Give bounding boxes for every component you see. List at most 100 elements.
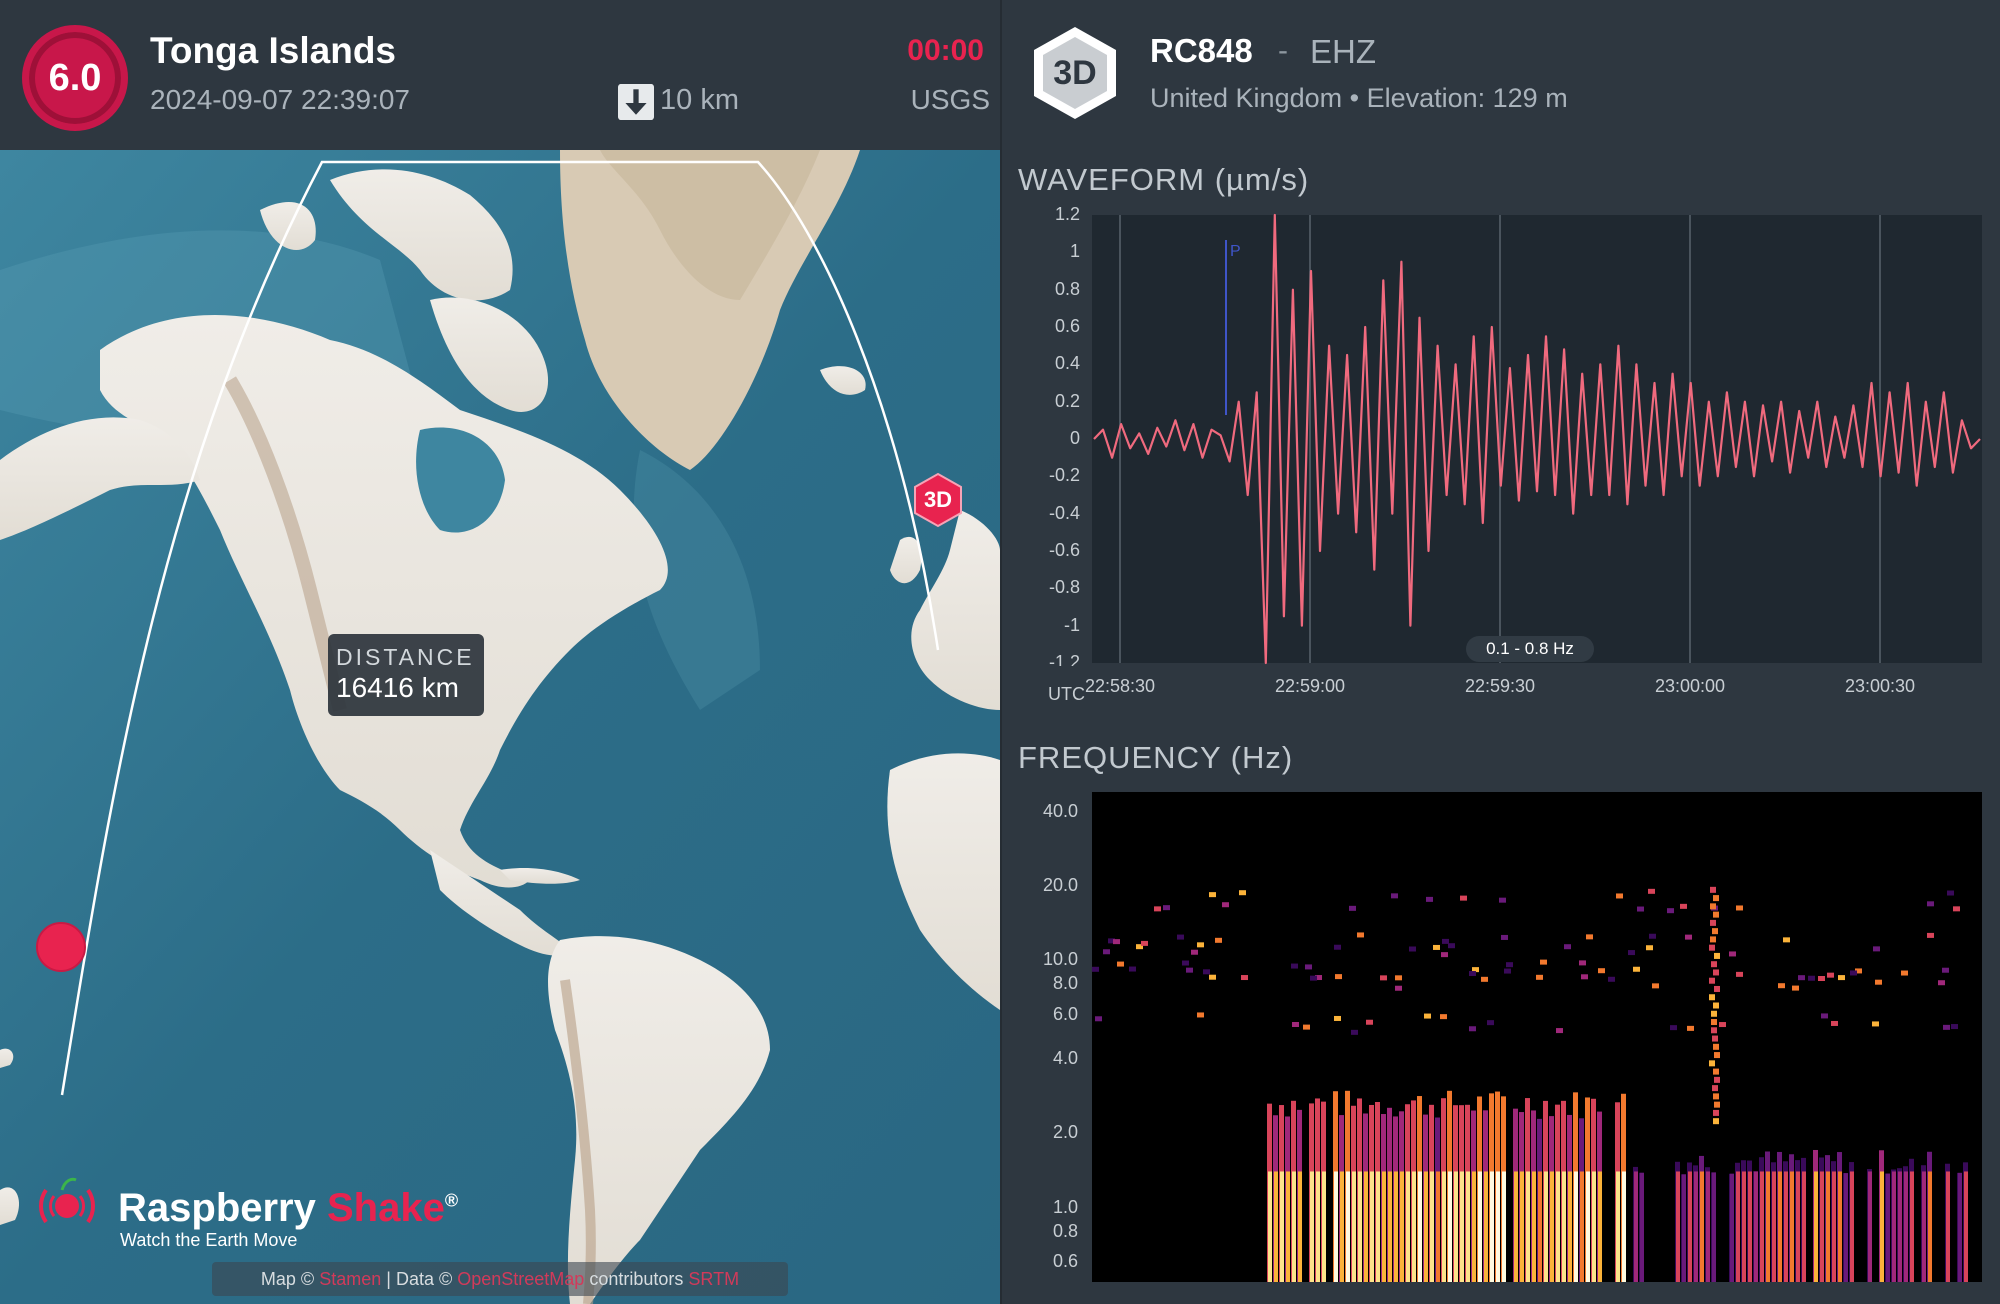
- spectrogram-cell: [1177, 934, 1184, 940]
- map-attribution: Map © Stamen | Data © OpenStreetMap cont…: [212, 1262, 788, 1296]
- spectrogram-cell: [1092, 966, 1099, 972]
- brand-name-part1: Raspberry: [118, 1186, 316, 1230]
- spectrogram-canvas: [1092, 886, 1968, 1282]
- waveform-x-tick: 23:00:00: [1654, 676, 1726, 696]
- station-separator: -: [1278, 34, 1288, 67]
- brand-name-part2: Shake: [327, 1186, 445, 1230]
- spectrogram-cell: [1186, 967, 1193, 973]
- spectrogram-cell: [1222, 902, 1229, 908]
- spectrogram-cell: [1778, 1171, 1782, 1282]
- attribution-prefix: Map ©: [260, 1269, 315, 1289]
- spectrogram-cell: [1310, 1171, 1314, 1282]
- attribution-link-srtm[interactable]: SRTM: [688, 1269, 739, 1289]
- waveform-y-tick: 0.2: [1054, 390, 1080, 411]
- spectrogram-cell: [1736, 971, 1743, 977]
- spectrogram-cell: [1928, 1171, 1932, 1282]
- spectrogram-cell: [1598, 968, 1605, 974]
- spectrogram-cell: [1469, 971, 1476, 977]
- spectrogram-cell: [1646, 945, 1653, 951]
- spectrogram-cell: [1700, 1171, 1704, 1282]
- spectrogram-cell: [1487, 1020, 1494, 1026]
- station-map-marker[interactable]: 3D: [912, 472, 964, 528]
- spectrogram-cell: [1713, 1002, 1719, 1009]
- attribution-link-osm[interactable]: OpenStreetMap: [457, 1269, 584, 1289]
- spectrogram-cell: [1274, 1171, 1278, 1282]
- world-map[interactable]: 3D DISTANCE 16416 km Raspberry Shake® Wa…: [0, 150, 1000, 1304]
- waveform-y-tick: -0.6: [1048, 540, 1080, 560]
- spectrogram-cell: [1667, 908, 1674, 914]
- spectrogram-cell: [1742, 1171, 1746, 1282]
- waveform-y-tick: -0.4: [1048, 502, 1080, 523]
- spectrogram-cell: [1713, 1109, 1719, 1116]
- spectrogram-cell: [1943, 1024, 1950, 1030]
- spectrogram-cell: [1790, 1171, 1794, 1282]
- spectrogram-cell: [1268, 1171, 1272, 1282]
- spectrogram-cell: [1182, 960, 1189, 966]
- spectrogram-cell: [1163, 905, 1170, 911]
- spectrogram-cell: [1904, 1171, 1908, 1282]
- spectrogram-cell: [1712, 1172, 1716, 1282]
- spectrogram-cell: [1562, 1171, 1566, 1282]
- station-id[interactable]: RC848: [1150, 32, 1253, 70]
- event-depth: 10 km: [660, 84, 739, 116]
- spectrogram-cell: [1947, 890, 1954, 896]
- spectrogram-cell: [1598, 1171, 1602, 1282]
- spectrogram-cell: [1380, 975, 1387, 981]
- spectrogram-cell: [1349, 905, 1356, 911]
- event-panel: 6.0 Tonga Islands 2024-09-07 22:39:07 00…: [0, 0, 1000, 1304]
- utc-label: UTC: [1048, 684, 1085, 704]
- spectrogram-cell: [1808, 975, 1815, 981]
- spectrogram-cell: [1448, 943, 1455, 949]
- spectrogram-cell: [1868, 1171, 1872, 1282]
- spectrogram-cell: [1241, 975, 1248, 981]
- spectrogram-cell: [1426, 896, 1433, 902]
- spectrogram-cell: [1711, 1027, 1717, 1034]
- spectrogram-cell: [1680, 903, 1687, 909]
- spectrogram-cell: [1714, 952, 1720, 959]
- spectrogram-cell: [1286, 1171, 1290, 1282]
- spectrogram-y-tick: 20.0: [1042, 874, 1078, 895]
- spectrogram-cell: [1391, 893, 1398, 899]
- spectrogram-cell: [1586, 1171, 1590, 1282]
- spectrogram-cell: [1838, 975, 1845, 981]
- spectrogram-cell: [1676, 1171, 1680, 1282]
- spectrogram-cell: [1886, 1173, 1890, 1282]
- spectrogram-cell: [1305, 964, 1312, 970]
- spectrogram-cell: [1556, 1028, 1563, 1034]
- filter-band-pill[interactable]: 0.1 - 0.8 Hz: [1466, 636, 1594, 662]
- waveform-y-tick: 0.6: [1054, 316, 1080, 336]
- spectrogram-cell: [1616, 893, 1623, 899]
- spectrogram-cell: [1938, 980, 1945, 986]
- spectrogram-cell: [1395, 975, 1402, 981]
- spectrogram-cell: [1209, 974, 1216, 980]
- spectrogram-cell: [1713, 895, 1719, 902]
- spectrogram-cell: [1634, 1171, 1638, 1282]
- waveform-plot[interactable]: [1092, 215, 1982, 663]
- spectrogram-cell: [1298, 1171, 1302, 1282]
- spectrogram-cell: [1709, 994, 1715, 1001]
- spectrogram-cell: [1103, 949, 1110, 955]
- spectrogram-cell: [1490, 1171, 1494, 1282]
- spectrogram-cell: [1358, 1171, 1362, 1282]
- attribution-link-stamen[interactable]: Stamen: [319, 1269, 381, 1289]
- spectrogram-cell: [1713, 1093, 1719, 1100]
- spectrogram-cell: [1942, 967, 1949, 973]
- spectrogram-cell: [1910, 1171, 1914, 1282]
- station-3d-badge-icon[interactable]: 3D: [1030, 24, 1120, 122]
- spectrogram-cell: [1714, 1052, 1720, 1059]
- spectrogram-cell: [1719, 1022, 1726, 1028]
- spectrogram-cell: [1586, 934, 1593, 940]
- spectrogram-cell: [1454, 1171, 1458, 1282]
- spectrogram-cell: [1754, 1171, 1758, 1282]
- spectrogram-plot[interactable]: [1092, 792, 1982, 1282]
- event-source[interactable]: USGS: [880, 84, 990, 116]
- waveform-title: WAVEFORM (µm/s): [1018, 162, 1310, 197]
- brand-registered-mark: ®: [444, 1190, 459, 1211]
- event-region[interactable]: Tonga Islands: [150, 30, 396, 72]
- spectrogram-cell: [1622, 1171, 1626, 1282]
- station-channel[interactable]: EHZ: [1310, 33, 1376, 71]
- spectrogram-cell: [1783, 937, 1790, 943]
- spectrogram-y-tick: 8.0: [1052, 973, 1078, 994]
- spectrogram-cell: [1406, 1171, 1410, 1282]
- spectrogram-cell: [1713, 1118, 1719, 1125]
